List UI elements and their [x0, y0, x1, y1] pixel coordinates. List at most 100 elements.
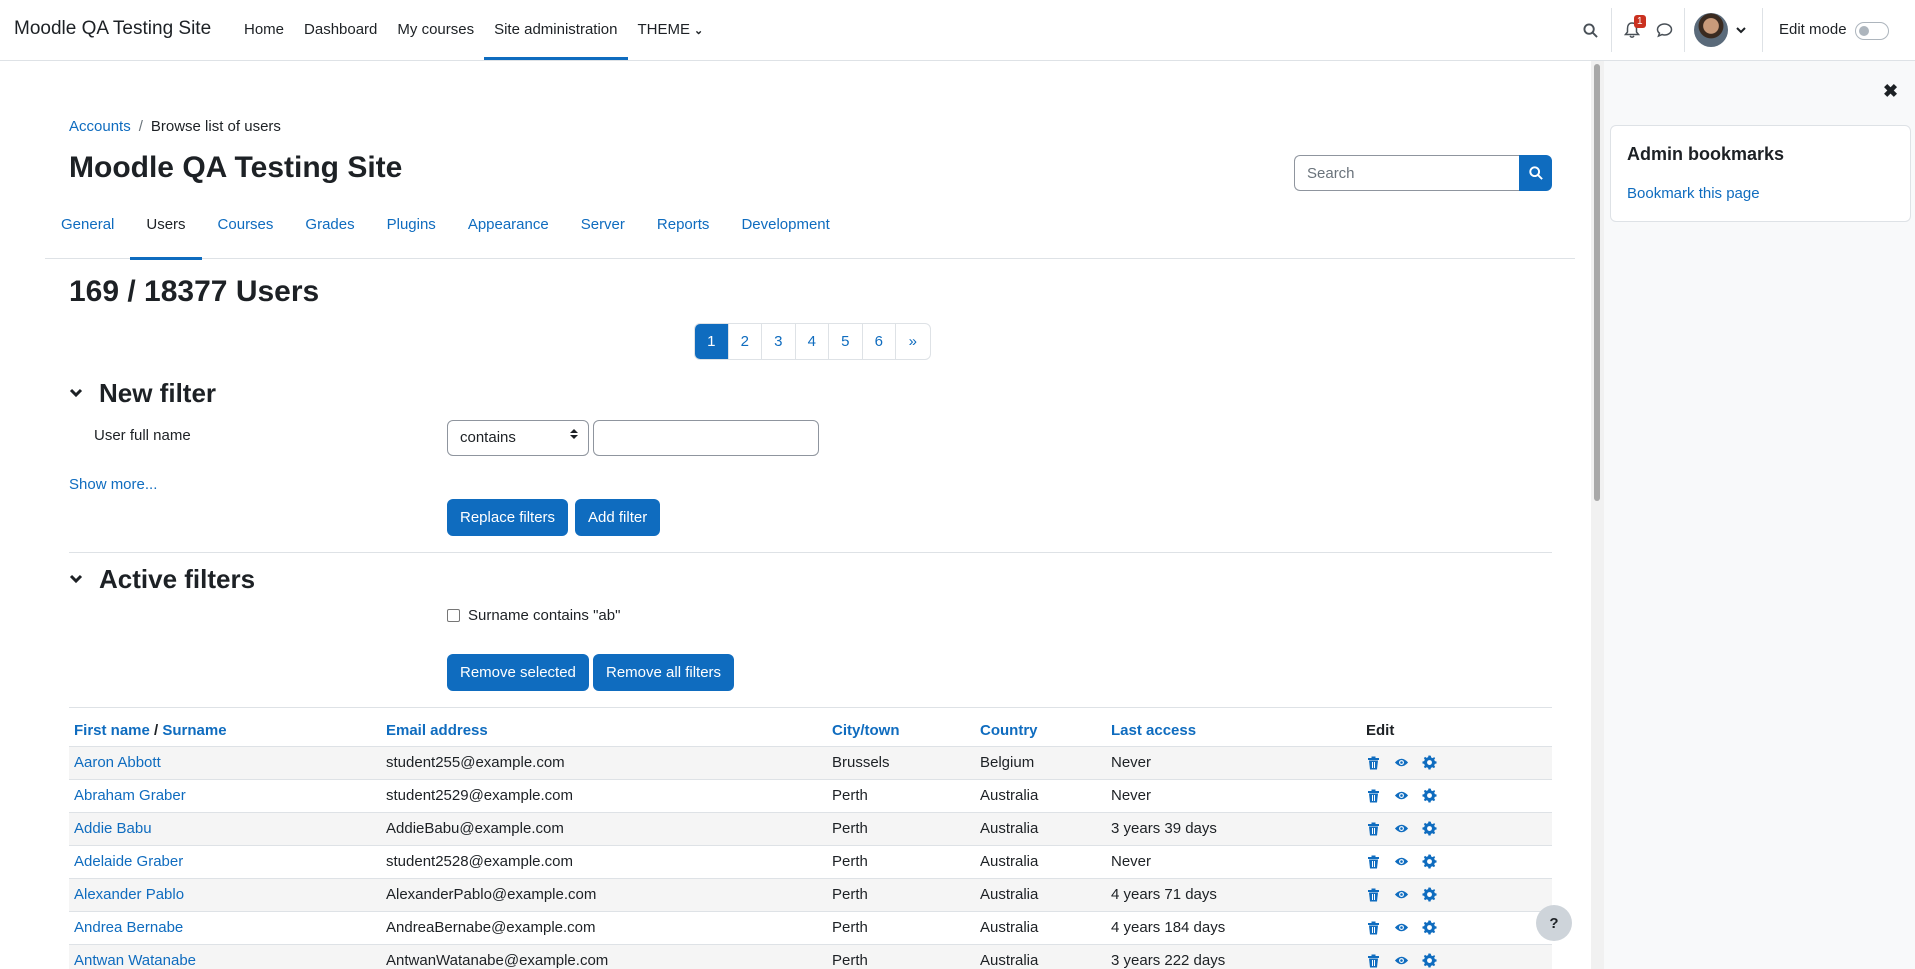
bookmark-this-page-link[interactable]: Bookmark this page: [1627, 185, 1760, 202]
view-icon[interactable]: [1394, 755, 1409, 770]
delete-icon[interactable]: [1366, 953, 1381, 968]
settings-gear-icon[interactable]: [1422, 920, 1437, 935]
nav-my-courses[interactable]: My courses: [387, 0, 484, 60]
cell-email: AntwanWatanabe@example.com: [381, 944, 827, 969]
user-menu-chevron-down-icon[interactable]: [1730, 19, 1752, 41]
site-brand[interactable]: Moodle QA Testing Site: [14, 18, 211, 40]
sort-first-name-link[interactable]: First name: [74, 722, 150, 739]
tab-development[interactable]: Development: [725, 200, 845, 259]
remove-selected-button[interactable]: Remove selected: [447, 654, 589, 691]
page-link-4[interactable]: 4: [796, 324, 829, 359]
delete-icon[interactable]: [1366, 887, 1381, 902]
view-icon[interactable]: [1394, 788, 1409, 803]
view-icon[interactable]: [1394, 887, 1409, 902]
user-avatar[interactable]: [1694, 13, 1728, 47]
user-name-link[interactable]: Andrea Bernabe: [74, 919, 183, 936]
delete-icon[interactable]: [1366, 821, 1381, 836]
page-link-5[interactable]: 5: [829, 324, 863, 359]
settings-gear-icon[interactable]: [1422, 953, 1437, 968]
tab-grades[interactable]: Grades: [289, 200, 370, 259]
close-drawer-icon[interactable]: ✖: [1883, 81, 1898, 102]
user-name-link[interactable]: Abraham Graber: [74, 787, 186, 804]
cell-name: Aaron Abbott: [69, 746, 381, 780]
tab-courses[interactable]: Courses: [202, 200, 290, 259]
page-link-6[interactable]: 6: [863, 324, 896, 359]
user-name-link[interactable]: Adelaide Graber: [74, 853, 183, 870]
sort-email-link[interactable]: Email address: [386, 722, 488, 739]
table-row: Antwan Watanabe AntwanWatanabe@example.co…: [69, 944, 1552, 969]
page-link-2[interactable]: 2: [729, 324, 762, 359]
chevron-down-icon: [69, 385, 99, 403]
tab-server[interactable]: Server: [565, 200, 641, 259]
cell-edit: [1361, 845, 1552, 879]
user-name-link[interactable]: Addie Babu: [74, 820, 152, 837]
users-count-heading: 169 / 18377 Users: [69, 275, 320, 308]
cell-city: Perth: [827, 812, 975, 846]
admin-search-input[interactable]: [1294, 155, 1519, 191]
section-divider: [69, 552, 1552, 553]
help-icon[interactable]: ?: [1536, 905, 1572, 941]
active-filters-header[interactable]: Active filters: [69, 564, 255, 595]
cell-email: student2528@example.com: [381, 845, 827, 879]
delete-icon[interactable]: [1366, 854, 1381, 869]
view-icon[interactable]: [1394, 953, 1409, 968]
settings-gear-icon[interactable]: [1422, 755, 1437, 770]
scrollbar-thumb[interactable]: [1594, 64, 1600, 501]
admin-search-button[interactable]: [1519, 155, 1552, 191]
delete-icon[interactable]: [1366, 755, 1381, 770]
cell-country: Belgium: [975, 746, 1106, 780]
cell-city: Perth: [827, 944, 975, 969]
nav-site-administration[interactable]: Site administration: [484, 0, 628, 60]
active-filter-checkbox[interactable]: [447, 609, 460, 622]
view-icon[interactable]: [1394, 854, 1409, 869]
user-name-link[interactable]: Aaron Abbott: [74, 754, 161, 771]
view-icon[interactable]: [1394, 920, 1409, 935]
cell-city: Brussels: [827, 746, 975, 780]
view-icon[interactable]: [1394, 821, 1409, 836]
sort-city-link[interactable]: City/town: [832, 722, 900, 739]
delete-icon[interactable]: [1366, 788, 1381, 803]
tab-reports[interactable]: Reports: [641, 200, 726, 259]
filter-value-input[interactable]: [593, 420, 819, 456]
page-link-1[interactable]: 1: [695, 324, 729, 359]
cell-country: Australia: [975, 878, 1106, 912]
user-name-link[interactable]: Antwan Watanabe: [74, 952, 196, 969]
nav-theme-dropdown[interactable]: THEME ⌄: [628, 0, 714, 60]
user-name-link[interactable]: Alexander Pablo: [74, 886, 184, 903]
search-icon[interactable]: [1579, 19, 1601, 41]
new-filter-heading: New filter: [99, 378, 217, 408]
settings-gear-icon[interactable]: [1422, 854, 1437, 869]
messages-icon[interactable]: [1653, 19, 1675, 41]
sort-country-link[interactable]: Country: [980, 722, 1038, 739]
admin-search: [1294, 155, 1552, 191]
page-link-next[interactable]: »: [896, 324, 930, 359]
remove-all-filters-button[interactable]: Remove all filters: [593, 654, 735, 691]
nav-dashboard[interactable]: Dashboard: [294, 0, 387, 60]
delete-icon[interactable]: [1366, 920, 1381, 935]
add-filter-button[interactable]: Add filter: [575, 499, 661, 536]
replace-filters-button[interactable]: Replace filters: [447, 499, 569, 536]
section-divider: [69, 707, 1552, 708]
breadcrumb-accounts[interactable]: Accounts: [69, 118, 131, 135]
cell-email: AddieBabu@example.com: [381, 812, 827, 846]
notification-bell-icon[interactable]: 1: [1621, 15, 1646, 41]
new-filter-header[interactable]: New filter: [69, 378, 216, 409]
settings-gear-icon[interactable]: [1422, 821, 1437, 836]
edit-mode-toggle[interactable]: [1855, 22, 1889, 40]
column-header-edit: Edit: [1361, 715, 1552, 747]
tab-users[interactable]: Users: [130, 200, 202, 260]
sort-surname-link[interactable]: Surname: [162, 722, 226, 739]
tab-appearance[interactable]: Appearance: [452, 200, 565, 259]
settings-gear-icon[interactable]: [1422, 788, 1437, 803]
main-scrollbar[interactable]: [1591, 61, 1604, 969]
settings-gear-icon[interactable]: [1422, 887, 1437, 902]
tab-general[interactable]: General: [45, 200, 130, 259]
show-more-link[interactable]: Show more...: [69, 476, 157, 493]
nav-home[interactable]: Home: [234, 0, 294, 60]
page-link-3[interactable]: 3: [762, 324, 796, 359]
filter-operator-select[interactable]: contains: [447, 420, 589, 456]
cell-country: Australia: [975, 779, 1106, 813]
sort-last-access-link[interactable]: Last access: [1111, 722, 1196, 739]
cell-edit: [1361, 878, 1552, 912]
tab-plugins[interactable]: Plugins: [371, 200, 452, 259]
